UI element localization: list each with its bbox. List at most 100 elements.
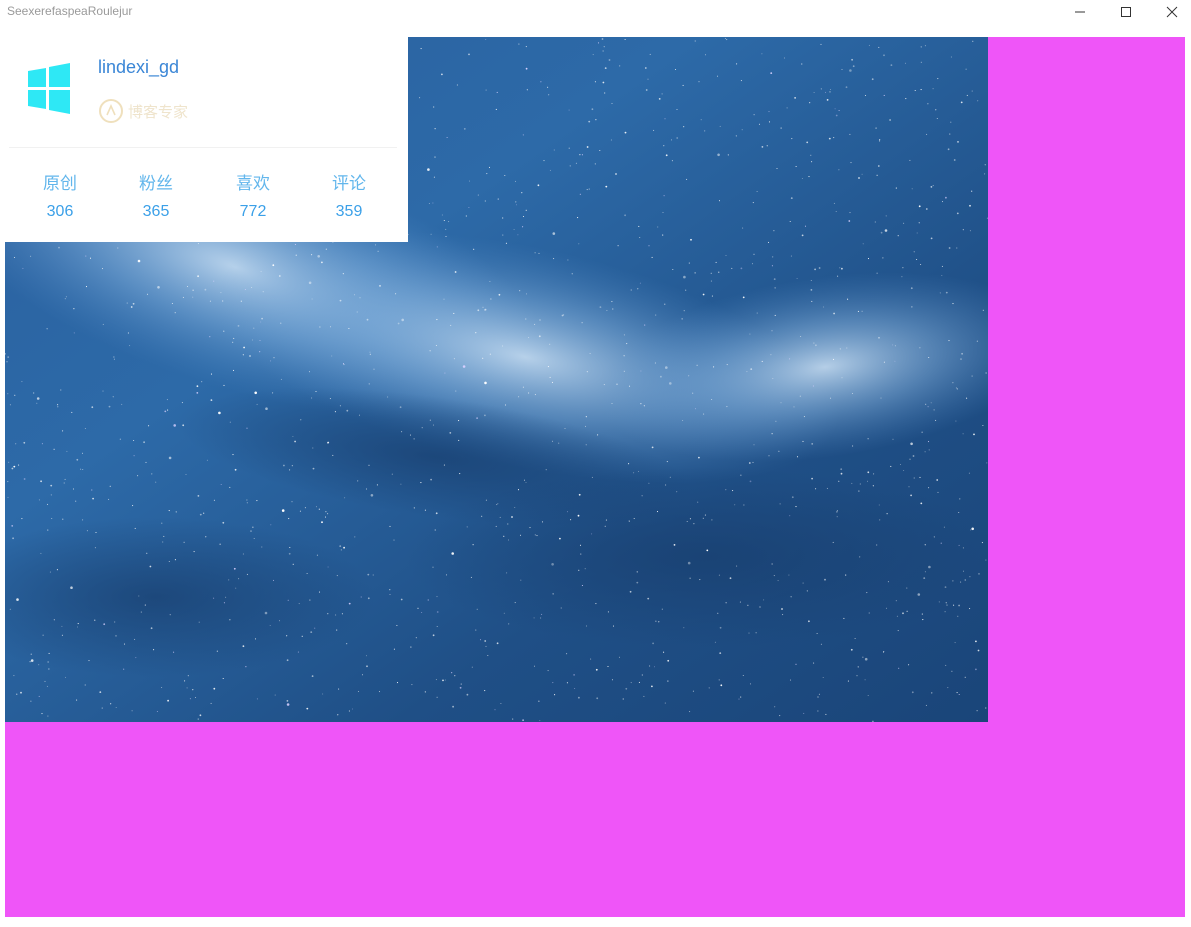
star-dot: [690, 238, 692, 241]
star-dot: [892, 438, 894, 440]
star-dot: [299, 510, 301, 512]
profile-card: lindexi_gd 博客专家 原创 306 粉丝 365 喜欢 772 评论 …: [5, 37, 408, 242]
star-dot: [876, 272, 878, 274]
star-dot: [348, 710, 350, 712]
star-dot: [101, 707, 103, 709]
star-dot: [259, 339, 261, 342]
stat-likes[interactable]: 喜欢 772: [205, 173, 301, 223]
star-dot: [585, 444, 587, 446]
star-dot: [726, 39, 728, 41]
star-dot: [71, 411, 73, 413]
star-dot: [800, 335, 802, 338]
star-dot: [38, 664, 40, 666]
star-dot: [357, 480, 359, 482]
star-dot: [615, 173, 617, 175]
star-dot: [73, 308, 75, 310]
star-dot: [233, 337, 235, 339]
star-dot: [595, 668, 598, 671]
star-dot: [716, 75, 719, 77]
star-dot: [551, 381, 554, 383]
star-dot: [651, 685, 653, 688]
star-dot: [445, 235, 447, 238]
star-dot: [234, 468, 237, 471]
star-dot: [575, 162, 577, 164]
star-dot: [961, 352, 963, 355]
star-dot: [688, 262, 690, 264]
star-dot: [181, 402, 183, 404]
star-dot: [391, 473, 393, 475]
star-dot: [286, 659, 289, 662]
star-dot: [953, 159, 956, 161]
star-dot: [88, 660, 90, 662]
star-dot: [648, 482, 650, 484]
star-dot: [168, 510, 170, 512]
star-dot: [430, 233, 432, 235]
star-dot: [689, 577, 691, 579]
star-dot: [161, 522, 163, 524]
star-dot: [910, 442, 913, 446]
username[interactable]: lindexi_gd: [98, 57, 179, 78]
star-dot: [658, 98, 661, 100]
star-dot: [941, 201, 944, 203]
star-dot: [692, 690, 694, 692]
star-dot: [628, 463, 630, 465]
stat-comments[interactable]: 评论 359: [301, 173, 397, 223]
star-dot: [604, 525, 606, 527]
star-dot: [637, 288, 639, 290]
star-dot: [897, 630, 899, 632]
close-button[interactable]: [1149, 0, 1191, 24]
star-dot: [213, 687, 216, 690]
star-dot: [222, 300, 224, 302]
star-dot: [538, 335, 541, 338]
star-dot: [495, 108, 497, 110]
star-dot: [820, 643, 822, 645]
client-area: lindexi_gd 博客专家 原创 306 粉丝 365 喜欢 772 评论 …: [5, 37, 1185, 917]
star-dot: [971, 527, 974, 531]
star-dot: [779, 715, 781, 717]
star-dot: [965, 68, 967, 70]
star-dot: [475, 629, 477, 631]
star-dot: [413, 507, 415, 509]
star-dot: [250, 530, 252, 532]
star-dot: [610, 139, 612, 141]
star-dot: [156, 710, 158, 713]
star-dot: [460, 683, 462, 685]
star-dot: [802, 582, 804, 584]
star-dot: [343, 546, 345, 549]
star-dot: [607, 611, 609, 613]
star-dot: [475, 332, 477, 334]
minimize-button[interactable]: [1057, 0, 1103, 24]
star-dot: [451, 552, 455, 555]
star-dot: [803, 416, 805, 418]
star-dot: [368, 464, 370, 466]
star-dot: [513, 228, 515, 231]
star-dot: [920, 89, 922, 91]
star-dot: [7, 481, 9, 483]
star-dot: [184, 680, 186, 682]
star-dot: [835, 114, 838, 117]
star-dot: [484, 200, 486, 202]
maximize-button[interactable]: [1103, 0, 1149, 24]
star-dot: [752, 202, 754, 204]
stat-original[interactable]: 原创 306: [12, 173, 108, 223]
star-dot: [941, 274, 943, 277]
star-dot: [341, 613, 343, 615]
star-dot: [883, 361, 885, 363]
star-dot: [637, 470, 640, 473]
star-dot: [796, 456, 799, 458]
star-dot: [749, 683, 752, 685]
star-dot: [966, 94, 968, 96]
star-dot: [514, 180, 517, 182]
star-dot: [879, 140, 881, 142]
star-dot: [586, 189, 588, 191]
stat-fans[interactable]: 粉丝 365: [108, 173, 204, 223]
title-bar[interactable]: SeexerefaspeaRoulejur: [0, 0, 1191, 24]
star-dot: [229, 619, 231, 621]
star-dot: [779, 503, 781, 505]
star-dot: [640, 403, 642, 405]
star-dot: [672, 268, 674, 271]
star-dot: [715, 261, 717, 263]
star-dot: [213, 597, 215, 599]
star-dot: [468, 180, 471, 182]
star-dot: [339, 405, 341, 407]
